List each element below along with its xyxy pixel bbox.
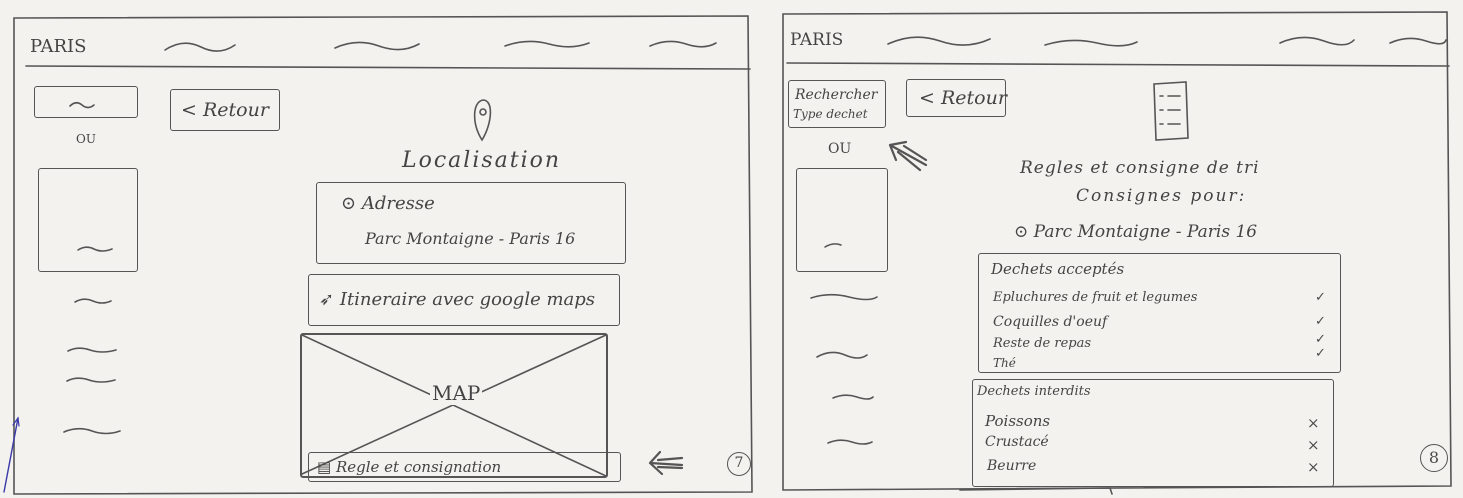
search-waste-type-button[interactable]: Rechercher Type dechet <box>788 80 886 128</box>
header-squiggle <box>1044 39 1138 47</box>
cross-icon: × <box>1307 458 1320 476</box>
page-number-badge: 7 <box>727 452 751 476</box>
image-placeholder <box>38 168 138 272</box>
back-button-label: < Retour <box>919 87 1007 109</box>
location-value: Parc Montaigne - Paris 16 <box>1033 222 1258 242</box>
or-label: OU <box>76 132 96 146</box>
cross-icon: × <box>1307 414 1320 432</box>
header-squiggle <box>334 41 420 51</box>
map-label: MAP <box>430 381 483 405</box>
pointer-arrow-icon <box>648 450 684 476</box>
itinerary-button[interactable]: ➶ Itineraire avec google maps <box>308 274 620 326</box>
accepted-waste-card: Dechets acceptés Epluchures de fruit et … <box>978 253 1341 373</box>
app-title: PARIS <box>30 36 87 57</box>
check-icon: ✓ <box>1315 290 1326 305</box>
page-number-badge: 8 <box>1420 444 1448 472</box>
list-item: Thé <box>993 356 1016 370</box>
back-button[interactable]: < Retour <box>170 89 280 131</box>
app-title: PARIS <box>790 30 844 50</box>
search-field[interactable] <box>34 86 138 118</box>
pointer-arrow-icon <box>888 140 928 172</box>
forbidden-waste-card: Dechets interdits Poissons Crustacé Beur… <box>972 379 1334 487</box>
list-item: Coquilles d'oeuf <box>993 314 1108 330</box>
list-item: Poissons <box>985 412 1051 430</box>
clock-icon: ⊙ <box>1014 222 1029 242</box>
screen-1-header-divider <box>25 65 751 70</box>
or-label: OU <box>828 141 852 157</box>
search-label-sub: Type dechet <box>793 107 868 121</box>
header-squiggle <box>1279 36 1355 46</box>
back-button[interactable]: < Retour <box>906 79 1007 117</box>
list-item: Reste de repas <box>993 336 1092 351</box>
clock-icon: ⊙ <box>341 193 357 214</box>
rules-button[interactable]: ▤ Regle et consignation <box>308 452 621 482</box>
document-icon: ▤ <box>317 458 332 476</box>
rules-subtitle: Consignes pour: <box>1076 186 1247 206</box>
document-icon <box>1153 81 1189 141</box>
list-item: Beurre <box>987 458 1037 474</box>
navigation-arrow-icon: ➶ <box>319 289 335 310</box>
page-title: Localisation <box>402 148 562 173</box>
address-value: Parc Montaigne - Paris 16 <box>365 229 576 248</box>
location-pin-icon <box>473 99 492 142</box>
header-squiggle <box>164 42 236 52</box>
back-button-label: < Retour <box>181 99 269 121</box>
list-item: Crustacé <box>985 434 1049 450</box>
cross-icon: × <box>1307 436 1320 454</box>
itinerary-label: Itineraire avec google maps <box>339 289 596 310</box>
rules-title: Regles et consigne de tri <box>1020 158 1260 178</box>
address-card: ⊙ Adresse Parc Montaigne - Paris 16 <box>316 182 626 264</box>
header-squiggle <box>649 40 717 48</box>
image-placeholder <box>796 168 888 272</box>
header-squiggle <box>504 40 590 48</box>
check-icon: ✓ <box>1315 346 1326 361</box>
check-icon: ✓ <box>1315 314 1326 329</box>
list-item: Epluchures de fruit et legumes <box>993 290 1198 305</box>
accepted-header: Dechets acceptés <box>991 260 1125 278</box>
search-label: Rechercher <box>795 87 878 103</box>
screen-2-header-divider <box>786 62 1450 67</box>
check-icon: ✓ <box>1315 332 1326 347</box>
rules-button-label: Regle et consignation <box>335 458 502 476</box>
header-squiggle <box>1389 37 1447 45</box>
address-label: Adresse <box>361 193 435 214</box>
forbidden-header: Dechets interdits <box>977 384 1091 399</box>
header-squiggle <box>887 36 991 46</box>
